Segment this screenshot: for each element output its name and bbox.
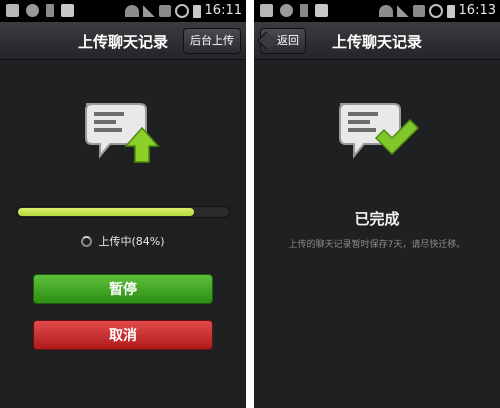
background-upload-button[interactable]: 后台上传 [183, 28, 241, 54]
upload-complete-note: 上传的聊天记录暂时保存7天，请尽快迁移。 [288, 240, 466, 250]
upload-progress-bar [16, 206, 230, 218]
screenshot-icon [61, 4, 74, 17]
loading-spinner-icon [81, 235, 93, 247]
sync-icon [412, 5, 425, 17]
signal-icon [142, 5, 155, 17]
upload-progress-fill [18, 208, 194, 216]
upload-complete-screen: 16:13 返回 上传聊天记录 已完成 上传的聊天记录暂时保存7天，请尽快迁移。 [254, 0, 500, 408]
sms-icon [260, 4, 273, 17]
usb-icon [300, 4, 308, 17]
chat-upload-icon [82, 100, 162, 164]
upload-status: 上传中(84%) [0, 233, 246, 249]
cancel-button[interactable]: 取消 [33, 320, 213, 350]
screenshot-icon [315, 4, 328, 17]
pause-button[interactable]: 暂停 [33, 274, 213, 304]
status-bar: 16:13 [254, 0, 500, 22]
wifi-icon [124, 5, 139, 17]
page-title: 上传聊天记录 [331, 33, 422, 51]
alarm-icon [174, 4, 189, 18]
wifi-icon [378, 5, 393, 17]
signal-icon [396, 5, 409, 17]
android-icon [26, 4, 39, 17]
chat-check-icon [336, 100, 420, 164]
alarm-icon [428, 4, 443, 18]
status-bar: 16:11 [0, 0, 246, 22]
sync-icon [158, 5, 171, 17]
status-time: 16:13 [458, 3, 496, 18]
upload-screen: 16:11 上传聊天记录 后台上传 上传中(84%) 暂停 取消 [0, 0, 246, 408]
title-bar: 上传聊天记录 后台上传 [0, 22, 246, 60]
status-time: 16:11 [204, 3, 242, 18]
battery-icon [192, 4, 201, 18]
upload-complete-title: 已完成 [354, 210, 400, 228]
battery-icon [446, 4, 455, 18]
notification-icons [6, 4, 74, 17]
sms-icon [6, 4, 19, 17]
usb-icon [46, 4, 54, 17]
title-bar: 返回 上传聊天记录 [254, 22, 500, 60]
upload-status-label: 上传中(84%) [98, 235, 165, 248]
notification-icons [260, 4, 328, 17]
android-icon [280, 4, 293, 17]
